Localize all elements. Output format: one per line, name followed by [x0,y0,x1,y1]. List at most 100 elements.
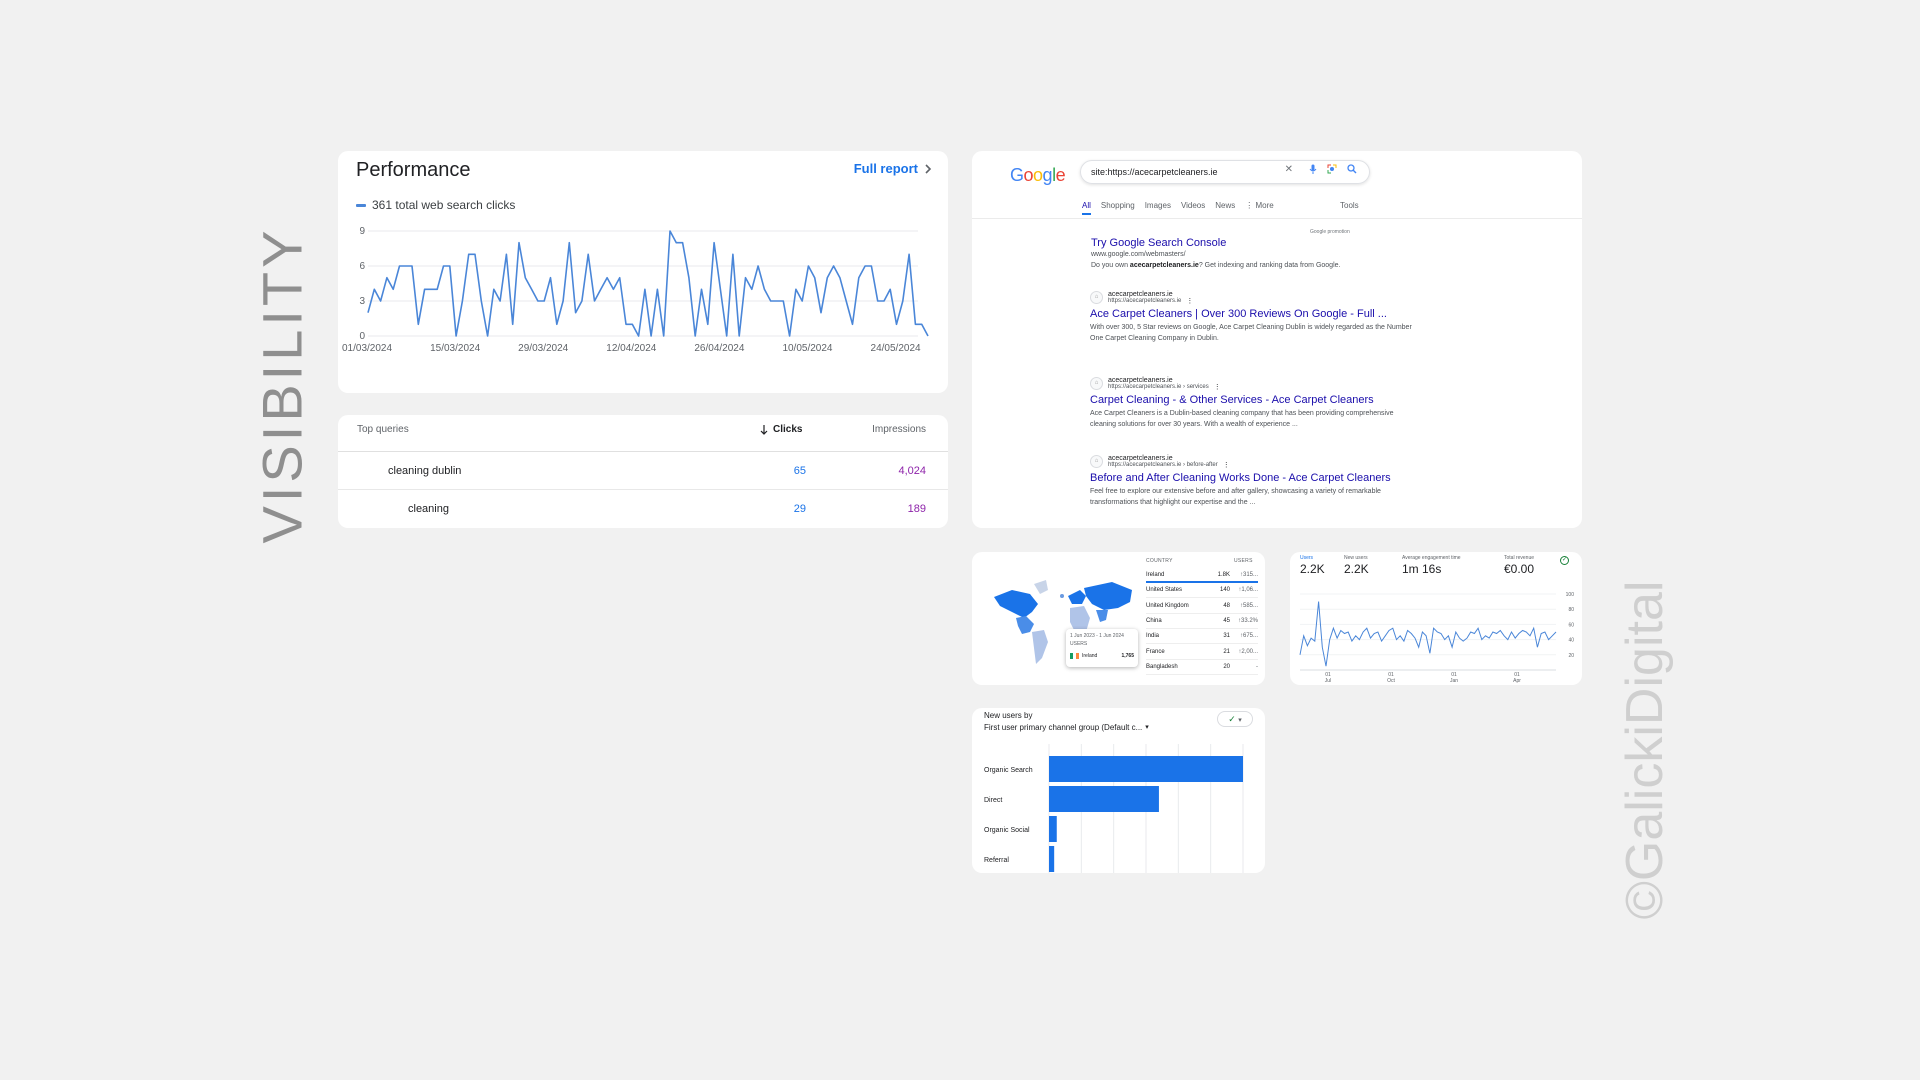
result-snippet: With over 300, 5 Star reviews on Google,… [1090,324,1412,342]
query-impressions: 189 [907,503,926,515]
country-change: ↑315... [1239,572,1258,578]
country-users: 48 [1223,602,1230,609]
tab-images[interactable]: Images [1145,201,1171,215]
country-row[interactable]: Bangladesh 20 - [1146,660,1258,675]
tab-videos[interactable]: Videos [1181,201,1205,215]
full-report-label: Full report [853,161,918,176]
result-title-link[interactable]: Ace Carpet Cleaners | Over 300 Reviews O… [1090,308,1420,320]
users-chart: 2040608010001Jul01Oct01Jan01Apr [1299,592,1574,684]
result-site[interactable]: ⌂ acecarpetcleaners.ie https://acecarpetc… [1090,291,1420,305]
logo-letter: G [1010,165,1024,185]
more-vert-icon[interactable]: ⋮ [1186,297,1193,305]
y-tick-label: 9 [359,226,365,237]
favicon-icon: ⌂ [1090,377,1103,390]
favicon-icon: ⌂ [1090,291,1103,304]
country-row[interactable]: France 21 ↑2,00... [1146,645,1258,660]
bar[interactable] [1049,846,1055,872]
search-box[interactable]: site:https://acecarpetcleaners.ie ✕ [1080,160,1370,184]
result-title-link[interactable]: Before and After Cleaning Works Done - A… [1090,472,1420,484]
header-clicks[interactable]: Clicks [760,424,802,435]
legend-swatch [356,203,366,207]
bar[interactable] [1049,756,1243,782]
more-vert-icon[interactable]: ⋮ [1223,461,1230,469]
close-icon[interactable]: ✕ [1285,164,1293,175]
search-result: ⌂ acecarpetcleaners.ie https://acecarpetc… [1090,291,1420,344]
watermark: ©GalickiDigital [1616,580,1674,920]
search-input[interactable]: site:https://acecarpetcleaners.ie [1091,167,1218,177]
divider [972,218,1582,219]
google-logo-text: Google [1010,165,1066,185]
promo-result: Try Google Search Console www.google.com… [1091,234,1421,271]
site-url: https://acecarpetcleaners.ie › before-af… [1108,462,1218,468]
y-tick-label: 6 [359,261,365,272]
header-users: USERS [1234,558,1253,564]
users-overview-card: Users 2.2K New users 2.2K Average engage… [1290,552,1582,685]
header-top-queries: Top queries [357,424,409,435]
tab-more[interactable]: ⋮ More [1245,201,1273,215]
tab-shopping[interactable]: Shopping [1101,201,1135,215]
query-clicks: 65 [793,465,806,477]
top-queries-card: Top queries Clicks Impressions cleaning … [338,415,948,528]
tab-news[interactable]: News [1215,201,1235,215]
y-tick-label: 0 [359,331,365,342]
table-row[interactable]: cleaning dublin 65 4,024 [338,452,948,490]
country-row[interactable]: China 45 ↑33.2% [1146,614,1258,629]
result-title-link[interactable]: Carpet Cleaning - & Other Services - Ace… [1090,394,1420,406]
more-dots-icon: ⋮ [1245,201,1256,210]
x-tick-label: 01/03/2024 [342,343,392,354]
country-row[interactable]: United Kingdom 48 ↑585... [1146,599,1258,614]
tab-all[interactable]: All [1082,201,1091,215]
bar[interactable] [1049,816,1057,842]
category-label: Direct [984,797,1002,804]
country-users: 1.8K [1217,572,1230,578]
full-report-link[interactable]: Full report [854,161,932,176]
site-name: acecarpetcleaners.ie [1108,455,1173,462]
favicon-icon: ⌂ [1090,455,1103,468]
google-search-card: Google site:https://acecarpetcleaners.ie… [972,151,1582,528]
table-row[interactable]: cleaning 29 189 [338,490,948,528]
site-name: acecarpetcleaners.ie [1108,377,1173,384]
country-name: United States [1146,587,1183,594]
more-vert-icon[interactable]: ⋮ [1214,383,1221,391]
result-site[interactable]: ⌂ acecarpetcleaners.ie https://acecarpetc… [1090,455,1420,469]
map-tooltip: 1 Jun 2023 - 1 Jun 2024 USERS Ireland 1,… [1066,629,1138,667]
chevron-right-icon [925,163,932,174]
channel-bar-card: New users by First user primary channel … [972,708,1265,873]
country-name: Bangladesh [1146,663,1178,670]
query-text: cleaning [408,503,449,515]
country-map-card: 1 Jun 2023 - 1 Jun 2024 USERS Ireland 1,… [972,552,1265,685]
country-users: 140 [1219,587,1230,594]
query-text: cleaning dublin [388,465,462,477]
result-site[interactable]: ⌂ acecarpetcleaners.ie https://acecarpetc… [1090,377,1420,391]
x-tick-label: 29/03/2024 [518,343,568,354]
country-users: 20 [1223,663,1230,670]
query-impressions: 4,024 [898,465,926,477]
country-change: ↑675... [1239,633,1258,640]
performance-title: Performance [356,159,471,181]
country-name: India [1146,633,1160,640]
country-row[interactable]: Ireland 1.8K ↑315... [1146,568,1258,583]
search-tabs: All Shopping Images Videos News ⋮ More [1082,201,1274,215]
header-country: COUNTRY [1146,558,1173,564]
country-row[interactable]: United States 140 ↑1,06... [1146,583,1258,599]
arrow-down-icon [760,424,768,435]
tools-button[interactable]: Tools [1340,201,1359,210]
x-tick-label: Apr [1513,678,1521,684]
header-impressions[interactable]: Impressions [872,424,926,435]
x-tick-label: Jan [1450,678,1458,684]
microphone-icon[interactable] [1309,164,1317,177]
country-row[interactable]: India 31 ↑675... [1146,629,1258,645]
x-tick-label: Jul [1325,678,1331,684]
category-label: Organic Social [984,827,1030,834]
country-name: Ireland [1146,572,1165,578]
clicks-series-line [367,230,929,337]
bar[interactable] [1049,786,1159,812]
snippet-text: ? Get indexing and ranking data from Goo… [1198,262,1341,269]
promo-title-link[interactable]: Try Google Search Console [1091,237,1421,249]
site-url: https://acecarpetcleaners.ie › services [1108,384,1209,390]
lens-icon[interactable] [1327,164,1337,177]
logo-letter: o [1023,165,1034,185]
country-name: United Kingdom [1146,602,1189,609]
search-icon[interactable] [1347,164,1357,177]
result-snippet: Feel free to explore our extensive befor… [1090,488,1381,506]
